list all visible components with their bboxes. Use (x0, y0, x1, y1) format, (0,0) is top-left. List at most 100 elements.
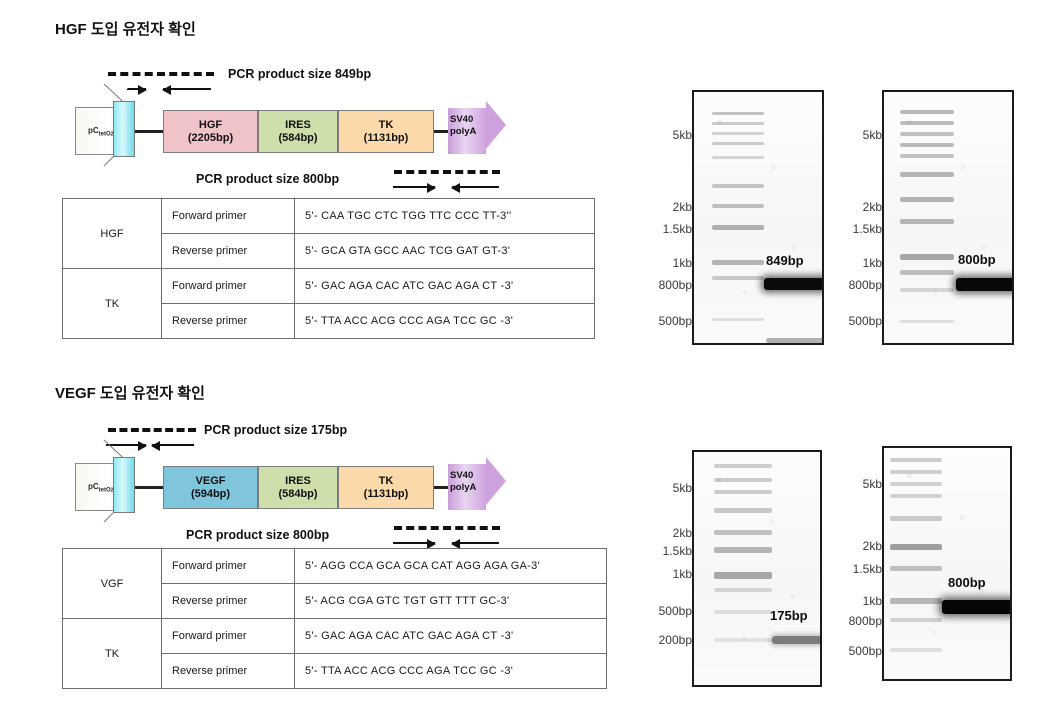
reverse-primer-arrow-top-hgf (162, 85, 211, 95)
promoter-teto-strip-vegf (113, 457, 135, 513)
promoter-label-sub2-hgf: 2 (110, 131, 114, 138)
gel-mark-1kb: 1kb (672, 256, 692, 270)
ladder-band (900, 172, 954, 177)
ladder-band (890, 458, 942, 462)
gel-mark-2kb: 2kb (672, 526, 692, 540)
ladder-band (712, 225, 764, 230)
sv40-polya-line2-hgf: polyA (450, 125, 477, 137)
gene-size-hgf: (2205bp) (187, 131, 234, 144)
gel-background-texture (884, 92, 1012, 343)
promoter-label-sub-vegf: tetO (98, 487, 111, 494)
band-size-label-175bp: 175bp (770, 608, 808, 623)
gel-mark-500bp: 500bp (848, 314, 882, 328)
sample-band-800bp (956, 278, 1012, 291)
table-cell-sequence: 5'- ACG CGA GTC TGT GTT TTT GC-3' (294, 583, 607, 619)
ladder-band (712, 122, 764, 125)
gene-size-ires-2: (584bp) (278, 487, 318, 500)
ladder-band (714, 610, 772, 614)
table-cell-sequence: 5'- AGG CCA GCA GCA CAT AGG AGA GA-3' (294, 548, 607, 584)
ladder-band (900, 132, 954, 136)
promoter-label-vegf: pCtetO2 (88, 482, 113, 494)
sample-band-175bp (772, 636, 820, 644)
ladder-band (714, 508, 772, 513)
table-cell-sequence: 5'- TTA ACC ACG CCC AGA TCC GC -3' (294, 303, 595, 339)
table-row: TK Forward primer 5'- GAC AGA CAC ATC GA… (62, 618, 607, 689)
ladder-band (900, 288, 954, 292)
gel-mark-1kb: 1kb (672, 567, 692, 581)
table-cell-sequence: 5'- GCA GTA GCC AAC TCG GAT GT-3' (294, 233, 595, 269)
gel-ladder-marks-vegf-175: 5kb 2kb 1.5kb 1kb 500bp 200bp (640, 448, 692, 693)
ladder-band (712, 204, 764, 208)
forward-primer-arrow-bottom-vegf (393, 539, 436, 549)
ladder-band (890, 516, 942, 521)
gel-mark-2kb: 2kb (862, 200, 882, 214)
gel-mark-500bp: 500bp (848, 644, 882, 658)
table-cell-kind: Reverse primer (161, 653, 295, 689)
ladder-band (714, 588, 772, 592)
promoter-label-text-hgf: pC (88, 126, 99, 135)
table-cell-gene: TK (62, 618, 162, 689)
table-cell-sequence: 5'- GAC AGA CAC ATC GAC AGA CT -3' (294, 618, 607, 654)
ladder-band (890, 618, 942, 622)
gel-mark-800bp: 800bp (848, 614, 882, 628)
gene-box-ires-2: IRES (584bp) (258, 466, 338, 509)
ladder-band (900, 270, 954, 275)
ladder-band (890, 598, 942, 604)
gel-ladder-marks-hgf-849: 5kb 2kb 1.5kb 1kb 800bp 500bp (640, 88, 692, 350)
ladder-band (900, 197, 954, 202)
gel-panel-hgf-800: 5kb 2kb 1.5kb 1kb 800bp 500bp 800bp (830, 88, 1015, 350)
table-cell-gene: VGF (62, 548, 162, 619)
sv40-polya-arrow-vegf: SV40 polyA (448, 457, 506, 510)
gene-size-vegf: (594bp) (190, 487, 231, 500)
ladder-band (900, 154, 954, 158)
ladder-band (900, 121, 954, 125)
gene-box-vegf: VEGF (594bp) (163, 466, 258, 509)
ladder-band (890, 470, 942, 474)
gel-panel-hgf-849: 5kb 2kb 1.5kb 1kb 800bp 500bp 849bp (640, 88, 825, 350)
table-cell-kind: Forward primer (161, 198, 295, 234)
table-row: TK Forward primer 5'- GAC AGA CAC ATC GA… (62, 268, 595, 339)
ladder-band (712, 260, 764, 265)
table-cell-kind: Forward primer (161, 548, 295, 584)
gene-name-ires-1: IRES (285, 118, 311, 131)
sample-band-849bp (764, 278, 822, 290)
band-size-label-800bp-vegf: 800bp (948, 575, 986, 590)
gel-image-hgf-800 (882, 90, 1014, 345)
promoter-teto-strip-hgf (113, 101, 135, 157)
gene-box-tk-1: TK (1131bp) (338, 110, 434, 153)
reverse-primer-arrow-top-vegf (151, 441, 194, 451)
gel-mark-2kb: 2kb (862, 539, 882, 553)
table-cell-kind: Forward primer (161, 618, 295, 654)
gene-name-ires-2: IRES (285, 474, 311, 487)
reverse-primer-arrow-bottom-vegf (451, 539, 499, 549)
construct-diagram-hgf: PCR product size 849bp pCtetO2 HGF (2205… (0, 0, 530, 193)
ladder-band (712, 276, 764, 280)
table-cell-sequence: 5'- GAC AGA CAC ATC GAC AGA CT -3' (294, 268, 595, 304)
ladder-band (714, 638, 772, 642)
gel-mark-1-5kb: 1.5kb (662, 544, 692, 558)
gel-mark-1-5kb: 1.5kb (662, 222, 692, 236)
table-row: VGF Forward primer 5'- AGG CCA GCA GCA C… (62, 548, 607, 619)
gel-panel-vegf-175: 5kb 2kb 1.5kb 1kb 500bp 200bp 175bp (640, 448, 825, 693)
ladder-band (714, 478, 772, 482)
sv40-polya-text-vegf: SV40 polyA (450, 470, 476, 494)
promoter-label-sub-hgf: tetO (98, 131, 111, 138)
gel-mark-5kb: 5kb (672, 481, 692, 495)
ladder-band (890, 648, 942, 652)
gel-mark-1-5kb: 1.5kb (852, 562, 882, 576)
promoter-label-sub2-vegf: 2 (110, 487, 114, 494)
pcr-span-dash-top-hgf (108, 72, 214, 76)
gene-size-tk-2: (1131bp) (363, 487, 409, 500)
gene-name-hgf: HGF (198, 118, 223, 131)
primer-table-hgf: HGF Forward primer 5'- CAA TGC CTC TGG T… (62, 198, 595, 339)
gel-mark-1kb: 1kb (862, 594, 882, 608)
ladder-band (714, 530, 772, 535)
ladder-band (712, 132, 764, 135)
gel-background-texture (694, 452, 820, 685)
sample-band-800bp (942, 600, 1010, 614)
gel-mark-5kb: 5kb (862, 477, 882, 491)
ladder-band (900, 143, 954, 147)
gel-ladder-marks-vegf-800: 5kb 2kb 1.5kb 1kb 800bp 500bp (830, 444, 882, 694)
gel-mark-5kb: 5kb (672, 128, 692, 142)
gel-background-texture (694, 92, 822, 343)
